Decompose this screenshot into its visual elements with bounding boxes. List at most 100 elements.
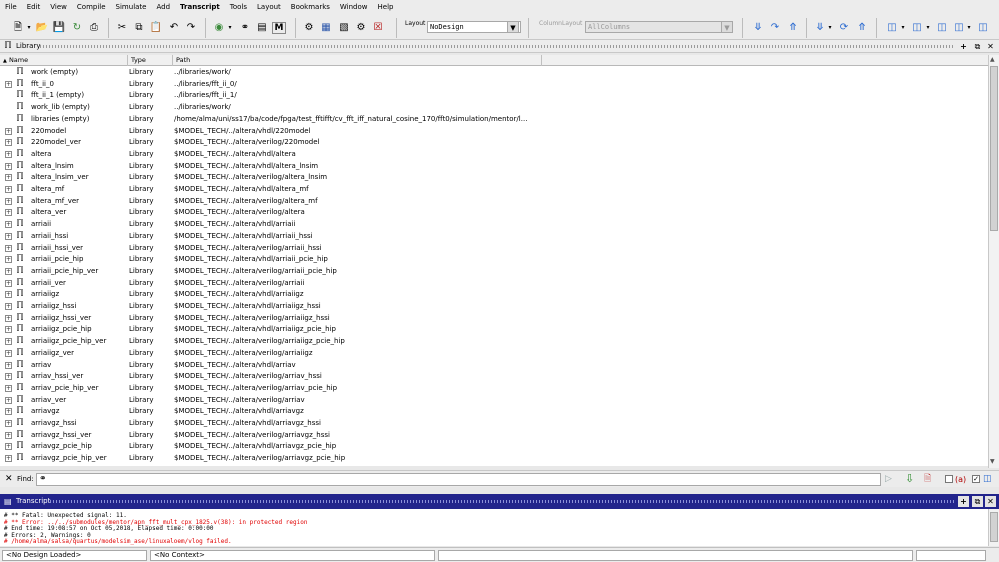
chevron-down-icon[interactable]: ▼ [721,21,733,33]
open-folder-icon[interactable]: 📂 [35,20,49,36]
expand-icon[interactable]: + [5,244,12,252]
compile-icon[interactable]: ⚙ [302,20,316,36]
menu-simulate[interactable]: Simulate [111,0,152,15]
step-out-icon[interactable]: ⤊ [786,20,800,36]
library-row[interactable]: + ℿarriav Library $MODEL_TECH/../altera/vhd… [0,359,988,371]
library-row[interactable]: + ℿarriaii_pcie_hip Library $MODEL_TECH/../… [0,253,988,265]
chevron-down-icon[interactable]: ▾ [924,20,932,36]
stop-icon[interactable]: ☒ [371,20,385,36]
expand-icon[interactable]: + [5,455,12,463]
chevron-down-icon[interactable]: ▾ [226,20,234,36]
layout-window-icon[interactable]: ◫ [885,20,899,36]
expand-icon[interactable]: + [5,361,12,369]
library-row[interactable]: + ℿarriavgz_pcie_hip_ver Library $MODEL_TEC… [0,452,988,464]
library-row[interactable]: + ℿarriaiigz_pcie_hip_ver Library $MODEL_TE… [0,335,988,347]
library-row[interactable]: + ℿarriavgz_hssi_ver Library $MODEL_TECH/..… [0,429,988,441]
expand-icon[interactable]: + [5,279,12,287]
memory-window-icon[interactable]: ◫ [952,20,966,36]
copy-icon[interactable]: ⧉ [132,20,146,36]
expand-icon[interactable]: + [5,396,12,404]
transcript-vertical-scrollbar[interactable] [988,509,999,546]
expand-icon[interactable]: + [5,150,12,158]
menu-compile[interactable]: Compile [72,0,111,15]
scrollbar-thumb[interactable] [990,512,998,542]
expand-icon[interactable]: + [5,373,12,381]
expand-icon[interactable]: + [5,139,12,147]
find-input[interactable]: ⚭ [36,473,881,486]
break-icon[interactable]: ⚙ [354,20,368,36]
expand-icon[interactable]: + [5,232,12,240]
library-row[interactable]: + ℿarriaii_ver Library $MODEL_TECH/../alter… [0,277,988,289]
library-row[interactable]: + ℿarriaii_hssi Library $MODEL_TECH/../alte… [0,230,988,242]
close-icon[interactable]: ✕ [985,41,996,52]
library-row[interactable]: + ℿarriaii Library $MODEL_TECH/../altera/vh… [0,218,988,230]
expand-icon[interactable]: + [5,127,12,135]
menu-view[interactable]: View [45,0,72,15]
library-row[interactable]: + ℿ 220model Library $MODEL_TECH/../altera/v… [0,125,988,137]
library-row[interactable]: + ℿarriaii_hssi_ver Library $MODEL_TECH/../… [0,242,988,254]
run-icon[interactable]: ◉ [212,20,226,36]
panel-drag-handle[interactable] [50,500,955,503]
transcript-console[interactable]: # ** Fatal: Unexpected signal: 11. # ** E… [0,509,988,546]
expand-icon[interactable]: + [5,303,12,310]
chevron-down-icon[interactable]: ▾ [965,20,973,36]
undock-icon[interactable]: ⧉ [972,496,983,507]
expand-icon[interactable]: + [5,209,12,217]
library-row[interactable]: + ℿaltera_ver Library $MODEL_TECH/../altera… [0,206,988,218]
window-undock-icon[interactable]: ◫ [976,20,990,36]
library-row[interactable]: + ℿarriavgz Library $MODEL_TECH/../altera/v… [0,405,988,417]
column-header-path[interactable]: Path [173,55,542,66]
library-row[interactable]: + ℿaltera Library $MODEL_TECH/../altera/vhd… [0,148,988,160]
expand-icon[interactable]: + [5,420,12,427]
library-row[interactable]: + ℿaltera_mf Library $MODEL_TECH/../altera/… [0,183,988,195]
undock-icon[interactable]: ⧉ [972,41,983,52]
menu-window[interactable]: Window [335,0,373,15]
menu-help[interactable]: Help [373,0,399,15]
compile-all-icon[interactable]: ▦ [319,20,333,36]
find-text-icon[interactable]: ▤ [255,20,269,36]
library-row[interactable]: + ℿarriavgz_hssi Library $MODEL_TECH/../alt… [0,417,988,429]
column-layout-select[interactable]: AllColumns [585,21,733,33]
expand-icon[interactable]: + [5,326,12,334]
find-binoculars-icon[interactable]: ⚭ [238,20,252,36]
find-options-icon[interactable]: ◫ [983,473,992,485]
expand-icon[interactable]: + [5,162,12,170]
library-row[interactable]: + ℿarriavgz_pcie_hip Library $MODEL_TECH/..… [0,440,988,452]
expand-icon[interactable]: + [5,314,12,322]
library-row[interactable]: + ℿarriaiigz Library $MODEL_TECH/../altera/… [0,288,988,300]
library-row[interactable]: + ℿarriaiigz_hssi Library $MODEL_TECH/../al… [0,300,988,312]
panel-drag-handle[interactable] [40,45,955,48]
find-next-icon[interactable]: ▷ [885,473,892,485]
expand-icon[interactable]: + [5,384,12,392]
undo-icon[interactable]: ↶ [167,20,181,36]
expand-icon[interactable]: + [5,174,12,182]
column-header-type[interactable]: Type [128,55,173,66]
library-row[interactable]: + ℿarriav_pcie_hip_ver Library $MODEL_TECH/… [0,382,988,394]
simulate-icon[interactable]: ▧ [337,20,351,36]
reload-icon[interactable]: ↻ [70,20,84,36]
chevron-down-icon[interactable]: ▾ [826,20,834,36]
library-row[interactable]: + ℿaltera_lnsim_ver Library $MODEL_TECH/../… [0,171,988,183]
step-up-icon[interactable]: ⤊ [855,20,869,36]
close-find-icon[interactable]: ✕ [5,473,13,485]
close-icon[interactable]: ✕ [985,496,996,507]
expand-icon[interactable]: + [5,291,12,299]
menu-tools[interactable]: Tools [225,0,252,15]
match-case-checkbox[interactable]: ✓ [972,475,980,483]
cut-icon[interactable]: ✂ [115,20,129,36]
library-row[interactable]: + ℿarriav_hssi_ver Library $MODEL_TECH/../a… [0,370,988,382]
expand-icon[interactable]: + [5,221,12,229]
library-row[interactable]: + ℿ 220model_ver Library $MODEL_TECH/../alte… [0,136,988,148]
step-into-icon[interactable]: ⤋ [813,20,827,36]
expand-icon[interactable]: + [5,256,12,264]
library-row[interactable]: ℿlibraries (empty) Library/home/alma/uni/… [0,113,988,125]
redo-icon[interactable]: ↷ [184,20,198,36]
chevron-down-icon[interactable]: ▾ [25,20,33,36]
paste-icon[interactable]: 📋 [149,20,163,36]
library-row[interactable]: + ℿaltera_mf_ver Library $MODEL_TECH/../alt… [0,195,988,207]
menu-layout[interactable]: Layout [252,0,286,15]
add-icon[interactable]: + [958,496,969,507]
scroll-up-arrow-icon[interactable]: ▲ [990,56,995,64]
macro-icon[interactable]: M [272,22,286,34]
continue-icon[interactable]: ⟳ [837,20,851,36]
